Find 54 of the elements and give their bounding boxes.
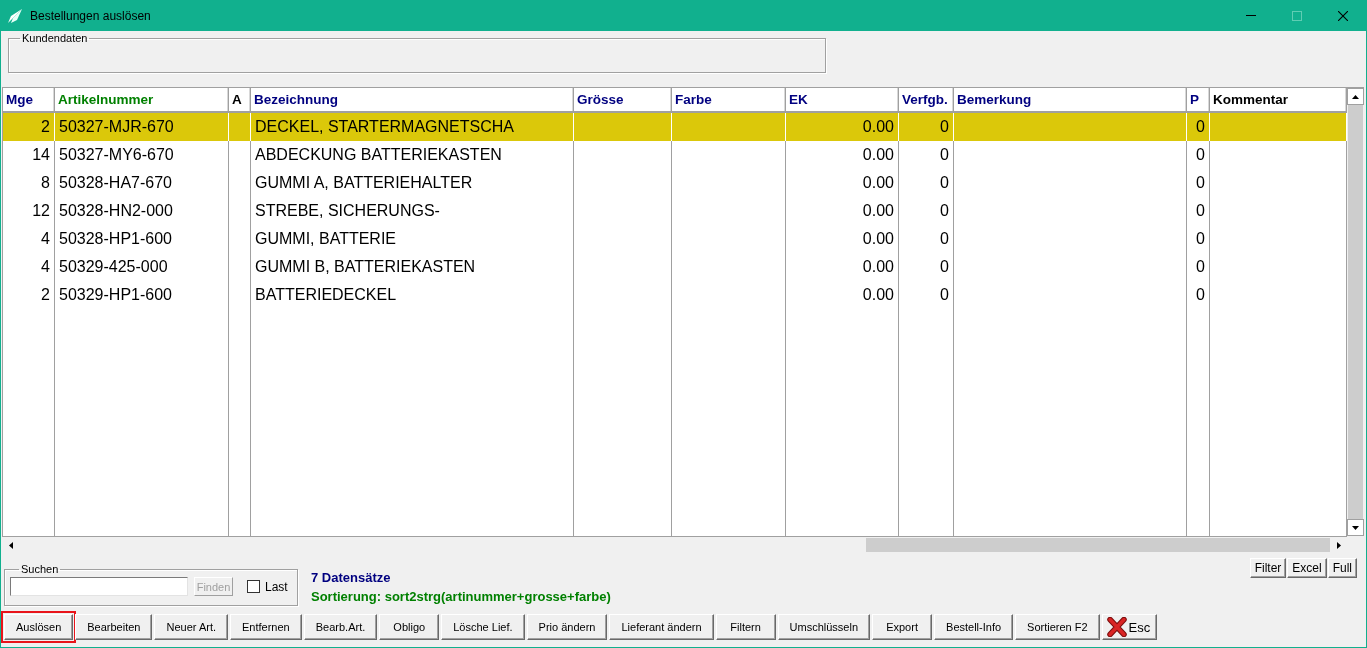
- up-arrow-icon: [1352, 94, 1359, 99]
- table-cell: 50329-HP1-600: [55, 281, 229, 309]
- column-header[interactable]: Bemerkung: [954, 88, 1187, 113]
- window-title: Bestellungen auslösen: [30, 8, 151, 23]
- group-label: Suchen: [20, 563, 60, 575]
- action-button[interactable]: Neuer Art.: [154, 614, 228, 640]
- view-button[interactable]: Full: [1327, 558, 1357, 578]
- sail-icon: [8, 8, 22, 23]
- table-cell: BATTERIEDECKEL: [251, 281, 574, 309]
- scrollbar-thumb[interactable]: [1348, 105, 1363, 519]
- record-count: 7 Datensätze: [311, 569, 392, 587]
- column-header[interactable]: A: [229, 88, 251, 113]
- table-cell: 0: [899, 281, 954, 309]
- action-button[interactable]: Obligo: [379, 614, 440, 640]
- exit-button[interactable]: Esc: [1101, 614, 1158, 640]
- column-header[interactable]: P: [1187, 88, 1210, 113]
- action-button[interactable]: Filtern: [715, 614, 776, 640]
- column-header[interactable]: Artikelnummer: [55, 88, 229, 113]
- action-button[interactable]: Bearbeiten: [75, 614, 153, 640]
- column-header[interactable]: Kommentar: [1210, 88, 1347, 113]
- table-cell: 0.00: [786, 281, 899, 309]
- column-header[interactable]: Farbe: [672, 88, 786, 113]
- search-field[interactable]: [10, 577, 188, 596]
- column-header[interactable]: Bezeichnung: [251, 88, 574, 113]
- checkbox-label: Last: [265, 580, 288, 594]
- column-header[interactable]: Mge: [3, 88, 55, 113]
- checkbox[interactable]: [247, 580, 260, 593]
- column-header[interactable]: Verfgb.: [899, 88, 954, 113]
- view-button[interactable]: Filter: [1249, 558, 1287, 578]
- table-cell: 0: [1187, 281, 1210, 309]
- down-arrow-icon: [1352, 525, 1359, 530]
- sort-info: Sortierung: sort2strg(artinummer+grosse+farbe): [311, 588, 611, 606]
- scroll-down-button[interactable]: [1347, 519, 1364, 536]
- column-header[interactable]: Grösse: [574, 88, 672, 113]
- column-header[interactable]: EK: [786, 88, 899, 113]
- action-button[interactable]: Bearb.Art.: [303, 614, 378, 640]
- cross-icon: [1106, 617, 1127, 637]
- table-row[interactable]: 2 50327-MJR-670 DECKEL, STARTERMAGNETSCHA 0.00 0 0: [3, 113, 1347, 141]
- action-button[interactable]: Auslösen: [4, 614, 74, 640]
- action-button[interactable]: Lieferant ändern: [609, 614, 714, 640]
- action-button[interactable]: Prio ändern: [526, 614, 608, 640]
- action-button[interactable]: Entfernen: [230, 614, 302, 640]
- left-arrow-icon: [8, 542, 13, 549]
- scrollbar-thumb[interactable]: [865, 538, 1330, 552]
- right-arrow-icon: [1336, 542, 1341, 549]
- action-button[interactable]: Export: [872, 614, 933, 640]
- group-label: Kundendaten: [21, 32, 89, 44]
- action-button[interactable]: Lösche Lief.: [441, 614, 525, 640]
- table-cell: 2: [3, 281, 55, 309]
- action-button[interactable]: Sortieren F2: [1015, 614, 1100, 640]
- action-button[interactable]: Umschlüsseln: [777, 614, 871, 640]
- view-button[interactable]: Excel: [1287, 558, 1327, 578]
- scroll-up-button[interactable]: [1347, 88, 1364, 105]
- action-button[interactable]: Bestell-Info: [934, 614, 1014, 640]
